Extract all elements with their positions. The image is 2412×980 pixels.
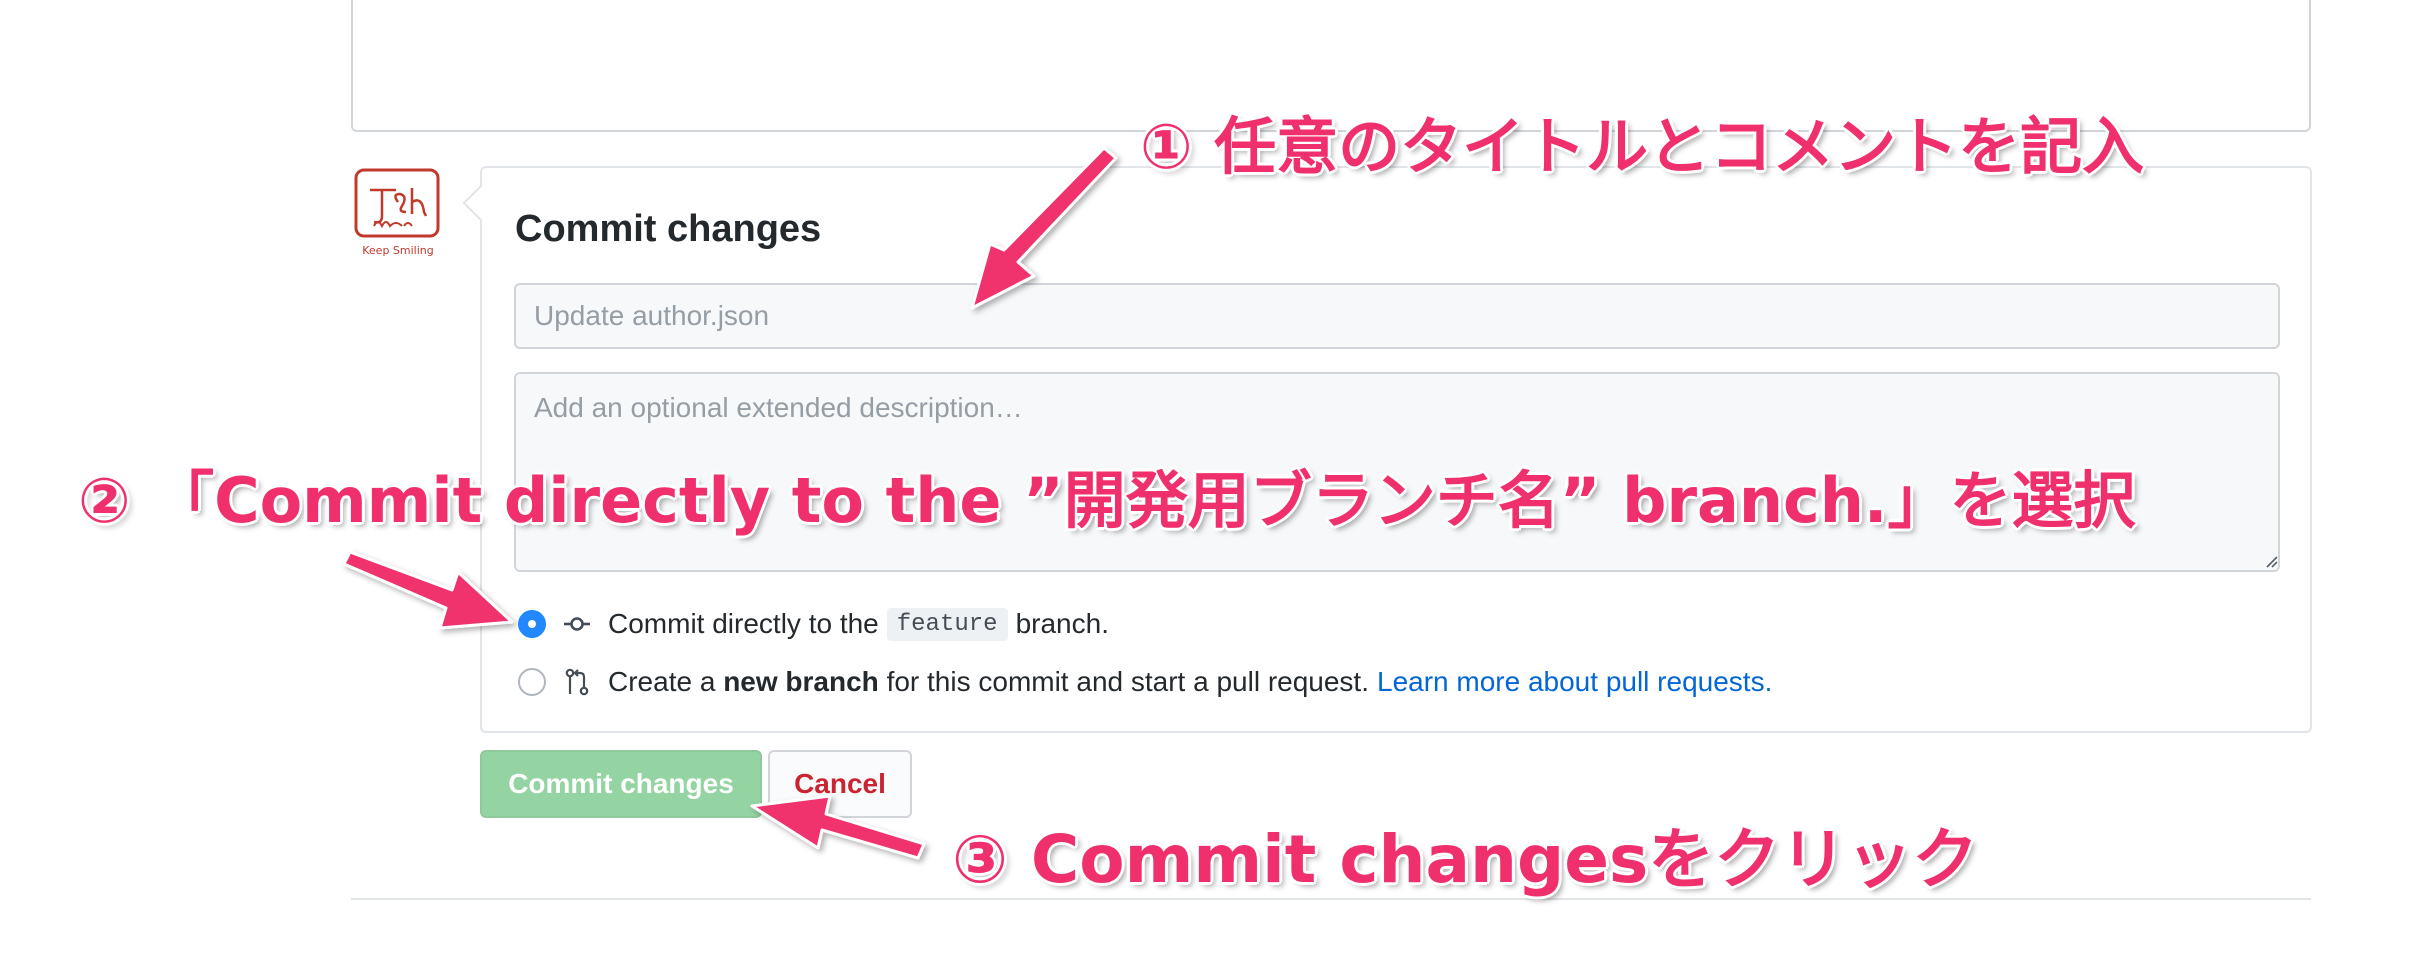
annotation-step-3: ③ Commit changesをクリック — [952, 821, 1979, 898]
avatar-logo-icon: Keep Smiling — [354, 168, 440, 257]
commit-direct-label-prefix: Commit directly to the — [608, 608, 879, 639]
avatar: Keep Smiling — [352, 166, 444, 258]
cancel-button[interactable]: Cancel — [768, 750, 912, 818]
panel-pointer — [462, 184, 500, 222]
commit-direct-option[interactable]: Commit directly to the feature branch. — [518, 604, 1109, 644]
commit-direct-radio[interactable] — [518, 610, 546, 638]
create-branch-label-prefix: Create a — [608, 666, 716, 697]
create-branch-option[interactable]: Create a new branch for this commit and … — [518, 662, 1772, 702]
commit-changes-button[interactable]: Commit changes — [480, 750, 762, 818]
avatar-caption: Keep Smiling — [362, 244, 434, 257]
annotation-step-2: ② 「Commit directly to the ”開発用ブランチ名” bra… — [78, 464, 2136, 537]
resize-handle-icon[interactable] — [2264, 554, 2278, 568]
pull-request-icon — [565, 668, 589, 696]
branch-name-chip: feature — [886, 607, 1008, 641]
create-branch-radio[interactable] — [518, 668, 546, 696]
commit-direct-label-suffix: branch. — [1015, 608, 1109, 639]
commit-summary-input[interactable] — [514, 283, 2280, 349]
create-branch-label-suffix: for this commit and start a pull request… — [886, 666, 1369, 697]
commit-form-title: Commit changes — [515, 208, 822, 250]
learn-more-pull-requests-link[interactable]: Learn more about pull requests. — [1377, 666, 1772, 698]
create-branch-label-bold: new branch — [723, 666, 879, 697]
annotation-step-1: ① 任意のタイトルとコメントを記入 — [1140, 110, 2145, 183]
git-commit-icon — [564, 617, 590, 631]
